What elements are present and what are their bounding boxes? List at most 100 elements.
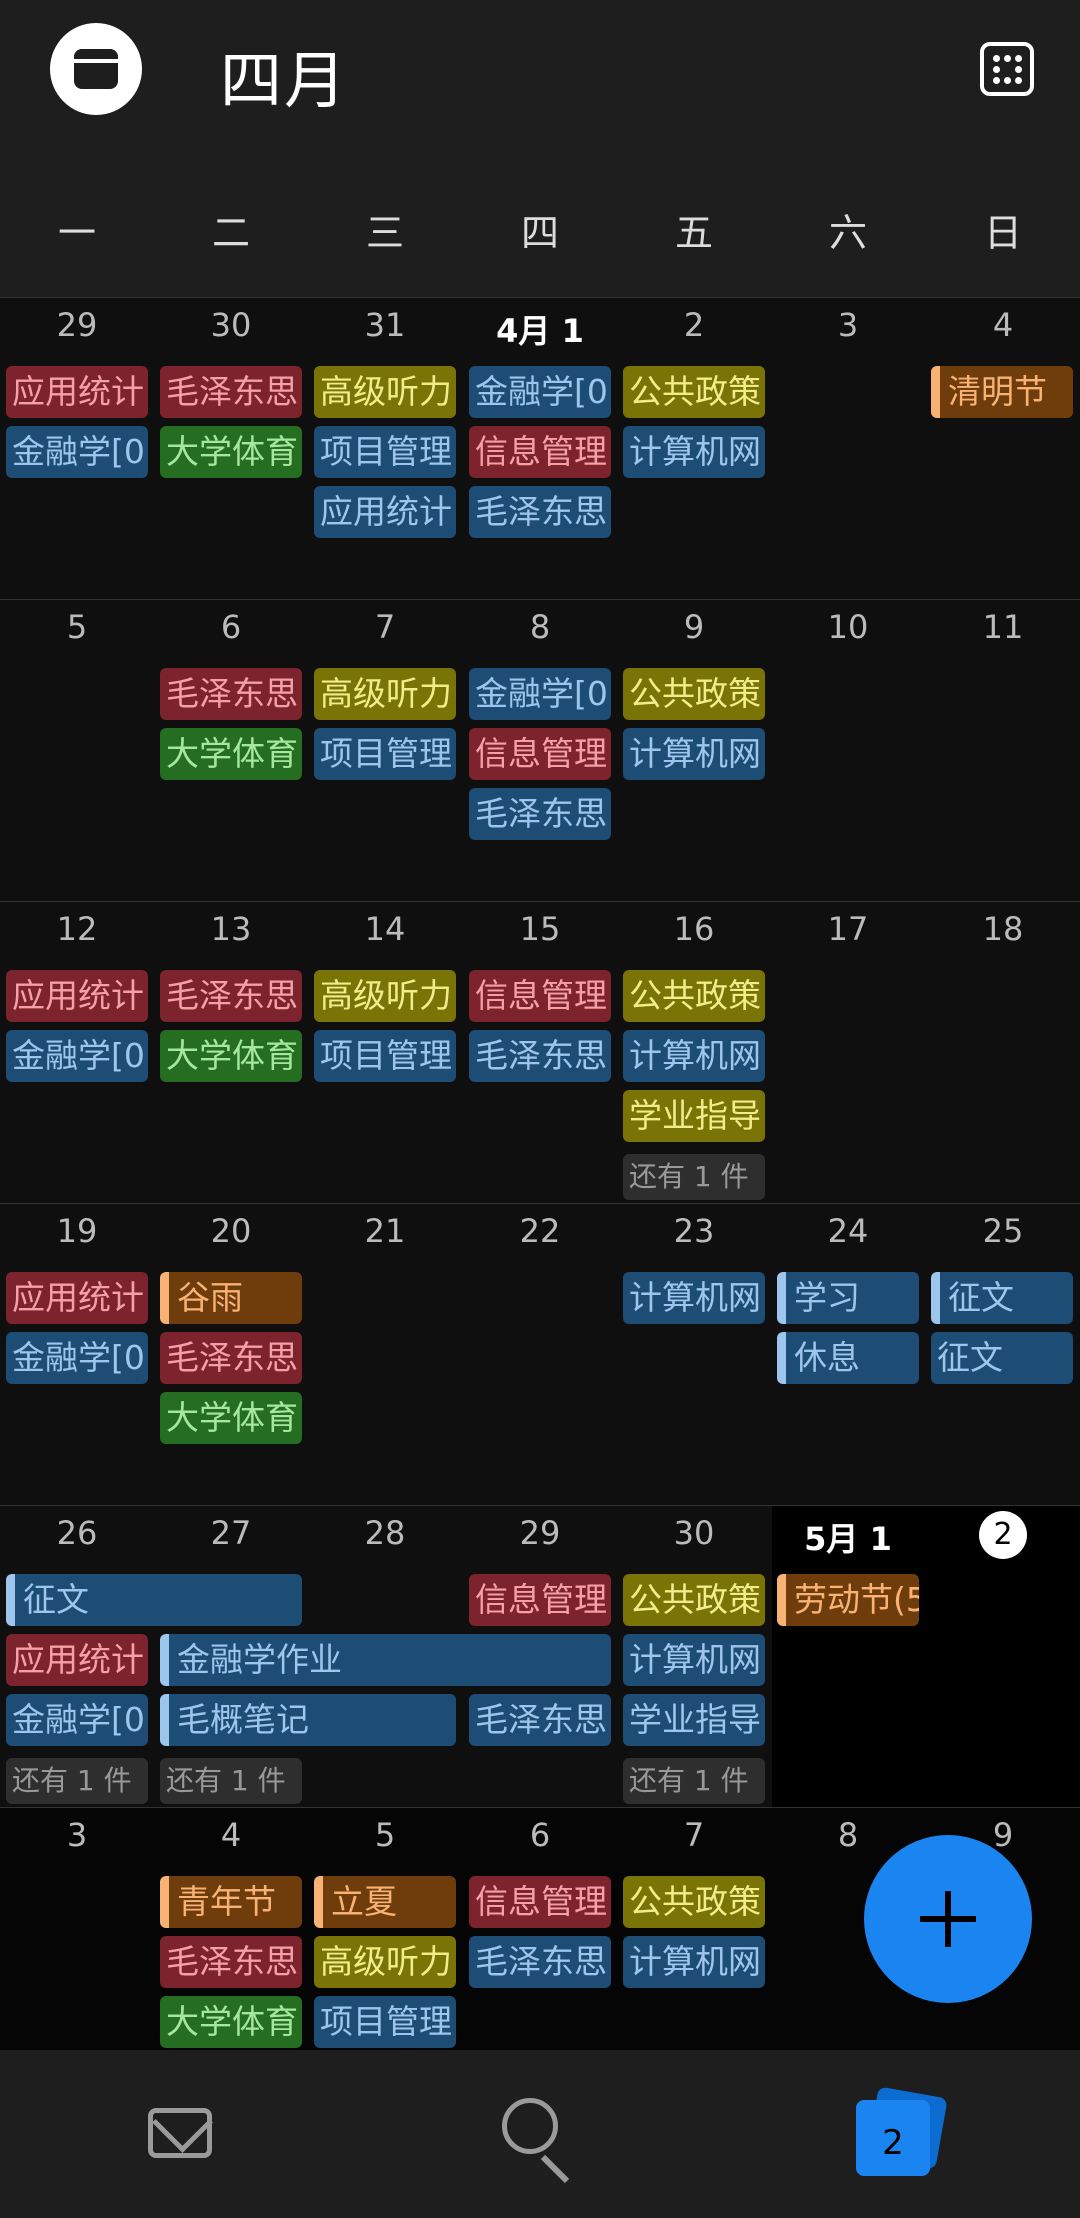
day-number[interactable]: 23 [617,1212,771,1252]
event-chip[interactable]: 计算机网 [623,728,765,780]
event-chip[interactable]: 毛泽东思 [469,788,611,840]
day-number[interactable]: 5 [0,608,154,648]
month-title[interactable]: 四月 [220,30,348,120]
holiday-chip[interactable]: 劳动节(5 [777,1574,919,1626]
day-number[interactable]: 13 [154,910,308,950]
event-chip[interactable]: 大学体育 [160,1030,302,1082]
day-number[interactable]: 5月 1 [771,1514,925,1558]
event-chip[interactable]: 高级听力 [314,1936,456,1988]
day-number[interactable]: 20 [154,1212,308,1252]
event-chip[interactable]: 信息管理 [469,1876,611,1928]
event-chip[interactable]: 计算机网 [623,1272,765,1324]
more-events-link[interactable]: 还有 1 件 [6,1758,148,1804]
event-chip[interactable]: 大学体育 [160,728,302,780]
event-chip[interactable]: 金融学[0 [469,366,611,418]
today-day-number[interactable]: 2 [926,1511,1080,1559]
event-chip[interactable]: 毛泽东思 [160,1936,302,1988]
holiday-chip[interactable]: 青年节 [160,1876,302,1928]
day-number[interactable]: 7 [617,1816,771,1856]
day-number[interactable]: 5 [308,1816,462,1856]
event-chip[interactable]: 学习 [777,1272,919,1324]
event-chip[interactable]: 公共政策 [623,970,765,1022]
more-events-link[interactable]: 还有 1 件 [623,1154,765,1200]
day-number[interactable]: 3 [0,1816,154,1856]
day-number[interactable]: 2 [617,306,771,346]
day-number[interactable]: 29 [463,1514,617,1554]
day-number[interactable]: 14 [308,910,462,950]
event-chip[interactable]: 金融学作业 [160,1634,611,1686]
event-chip[interactable]: 计算机网 [623,1936,765,1988]
event-chip[interactable]: 信息管理 [469,1574,611,1626]
event-chip[interactable]: 大学体育 [160,426,302,478]
event-chip[interactable]: 信息管理 [469,426,611,478]
holiday-chip[interactable]: 谷雨 [160,1272,302,1324]
day-number[interactable]: 16 [617,910,771,950]
day-number[interactable]: 7 [308,608,462,648]
event-chip[interactable]: 应用统计 [6,970,148,1022]
day-number[interactable]: 21 [308,1212,462,1252]
event-chip[interactable]: 高级听力 [314,668,456,720]
event-chip[interactable]: 计算机网 [623,1030,765,1082]
event-chip[interactable]: 计算机网 [623,426,765,478]
event-chip[interactable]: 项目管理 [314,728,456,780]
day-number[interactable]: 26 [0,1514,154,1554]
calendar-view-icon[interactable] [50,23,142,115]
day-number[interactable]: 27 [154,1514,308,1554]
day-number[interactable]: 4 [926,306,1080,346]
search-tab[interactable] [494,2090,584,2184]
holiday-chip[interactable]: 清明节 [931,366,1073,418]
day-number[interactable]: 30 [154,306,308,346]
day-number[interactable]: 11 [926,608,1080,648]
event-chip[interactable]: 毛泽东思 [469,1936,611,1988]
day-number[interactable]: 9 [617,608,771,648]
day-number[interactable]: 4 [154,1816,308,1856]
event-chip[interactable]: 项目管理 [314,426,456,478]
day-number[interactable]: 17 [771,910,925,950]
day-number[interactable]: 29 [0,306,154,346]
event-chip[interactable]: 应用统计 [6,1634,148,1686]
event-chip[interactable]: 毛泽东思 [469,486,611,538]
event-chip[interactable]: 公共政策 [623,1574,765,1626]
day-number[interactable]: 8 [463,608,617,648]
event-chip[interactable]: 金融学[0 [6,426,148,478]
day-number[interactable]: 30 [617,1514,771,1554]
event-chip[interactable]: 毛泽东思 [160,1332,302,1384]
day-number[interactable]: 25 [926,1212,1080,1252]
event-chip[interactable]: 公共政策 [623,366,765,418]
event-chip[interactable]: 高级听力 [314,366,456,418]
event-chip[interactable]: 计算机网 [623,1634,765,1686]
add-event-button[interactable] [864,1835,1032,2003]
event-chip[interactable]: 信息管理 [469,728,611,780]
event-chip[interactable]: 学业指导 [623,1090,765,1142]
day-number[interactable]: 6 [154,608,308,648]
day-number[interactable]: 19 [0,1212,154,1252]
day-number[interactable]: 24 [771,1212,925,1252]
day-number[interactable]: 3 [771,306,925,346]
event-chip[interactable]: 毛概笔记 [160,1694,456,1746]
day-number[interactable]: 15 [463,910,617,950]
event-chip[interactable]: 征文 [6,1574,302,1626]
event-chip[interactable]: 金融学[0 [6,1332,148,1384]
day-number[interactable]: 6 [463,1816,617,1856]
event-chip[interactable]: 大学体育 [160,1392,302,1444]
event-chip[interactable]: 项目管理 [314,1996,456,2048]
calendar-tab[interactable]: 2 [850,2086,948,2180]
event-chip[interactable]: 征文 [931,1332,1073,1384]
dice-grid-icon[interactable] [980,42,1034,96]
event-chip[interactable]: 毛泽东思 [160,970,302,1022]
event-chip[interactable]: 休息 [777,1332,919,1384]
more-events-link[interactable]: 还有 1 件 [623,1758,765,1804]
event-chip[interactable]: 公共政策 [623,1876,765,1928]
event-chip[interactable]: 学业指导 [623,1694,765,1746]
mail-tab[interactable] [136,2090,226,2180]
event-chip[interactable]: 金融学[0 [6,1030,148,1082]
event-chip[interactable]: 毛泽东思 [469,1694,611,1746]
day-number[interactable]: 12 [0,910,154,950]
event-chip[interactable]: 应用统计 [6,1272,148,1324]
day-number[interactable]: 10 [771,608,925,648]
day-number[interactable]: 28 [308,1514,462,1554]
event-chip[interactable]: 公共政策 [623,668,765,720]
event-chip[interactable]: 大学体育 [160,1996,302,2048]
event-chip[interactable]: 高级听力 [314,970,456,1022]
event-chip[interactable]: 毛泽东思 [469,1030,611,1082]
